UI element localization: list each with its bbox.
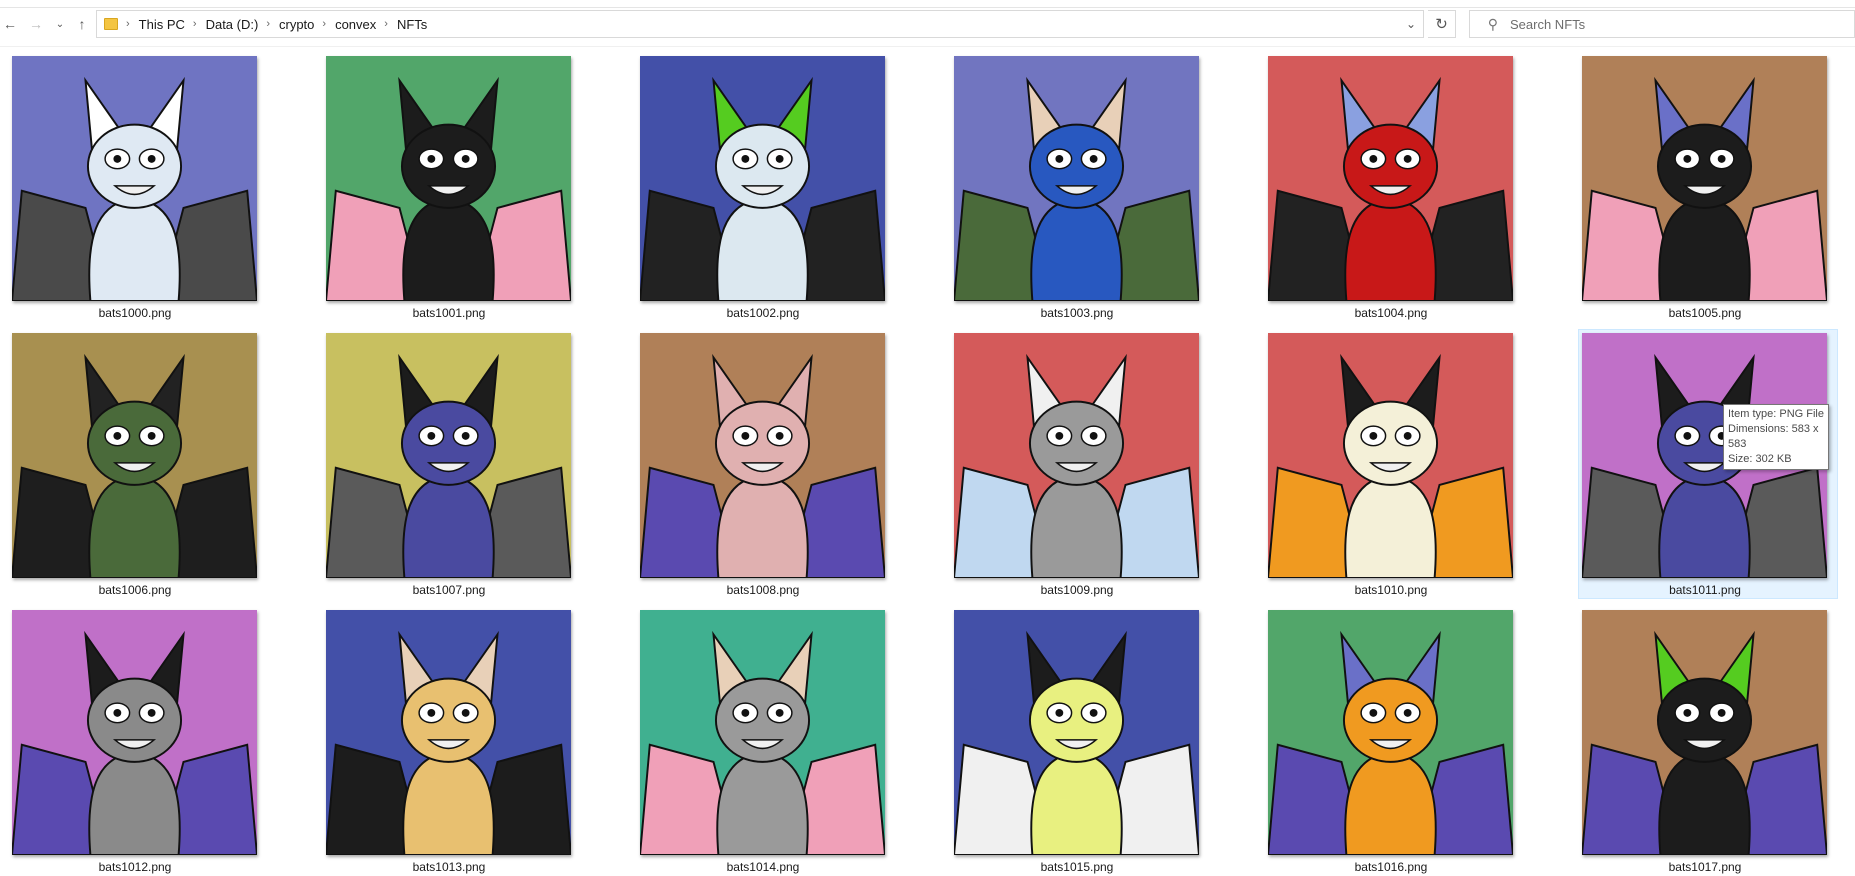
arrow-left-icon: ← bbox=[3, 16, 17, 32]
file-name: bats1007.png bbox=[412, 583, 486, 597]
search-placeholder: Search NFTs bbox=[1510, 16, 1586, 32]
search-box[interactable]: ⚲ Search NFTs bbox=[1469, 10, 1855, 38]
file-name: bats1017.png bbox=[1668, 860, 1742, 874]
chevron-right-icon: › bbox=[322, 18, 327, 30]
file-name: bats1004.png bbox=[1354, 306, 1428, 320]
tooltip-dimensions: Dimensions: 583 x 583 bbox=[1728, 423, 1819, 450]
chevron-down-icon: ⌄ bbox=[1405, 17, 1417, 31]
file-name: bats1015.png bbox=[1040, 860, 1114, 874]
file-item[interactable]: bats1008.png bbox=[636, 329, 896, 599]
file-thumbnail bbox=[640, 333, 885, 578]
file-name: bats1011.png bbox=[1669, 583, 1741, 597]
tooltip-size: Size: 302 KB bbox=[1728, 453, 1792, 465]
file-item[interactable]: bats1015.png bbox=[950, 606, 1210, 876]
breadcrumb-this-pc[interactable]: This PC bbox=[139, 17, 185, 32]
tooltip-item-type: Item type: PNG File bbox=[1728, 408, 1824, 420]
file-thumbnail bbox=[1582, 610, 1827, 855]
arrow-up-icon: ↑ bbox=[78, 16, 86, 32]
file-thumbnail bbox=[326, 333, 571, 578]
breadcrumb-nfts[interactable]: NFTs bbox=[397, 17, 427, 32]
file-name: bats1009.png bbox=[1040, 583, 1114, 597]
file-thumbnail bbox=[954, 610, 1199, 855]
file-item[interactable]: bats1010.png bbox=[1264, 329, 1524, 599]
file-item[interactable]: bats1012.png bbox=[8, 606, 268, 876]
file-thumbnail bbox=[12, 610, 257, 855]
file-thumbnail bbox=[326, 56, 571, 301]
file-thumbnail bbox=[1268, 56, 1513, 301]
file-item[interactable]: bats1009.png bbox=[950, 329, 1210, 599]
file-thumbnail bbox=[1582, 56, 1827, 301]
file-name: bats1005.png bbox=[1668, 306, 1742, 320]
chevron-right-icon: › bbox=[266, 18, 270, 30]
file-thumbnail bbox=[640, 56, 885, 301]
file-item[interactable]: bats1004.png bbox=[1264, 52, 1524, 322]
search-icon: ⚲ bbox=[1487, 15, 1498, 32]
recent-locations-button[interactable]: ⌄ bbox=[50, 14, 70, 34]
file-item[interactable]: bats1003.png bbox=[950, 52, 1210, 322]
file-thumbnail bbox=[954, 333, 1199, 578]
file-item[interactable]: bats1005.png bbox=[1578, 52, 1838, 322]
file-item[interactable]: bats1017.png bbox=[1578, 606, 1838, 876]
file-name: bats1006.png bbox=[98, 583, 172, 597]
file-name: bats1008.png bbox=[726, 583, 800, 597]
file-thumbnail bbox=[954, 56, 1199, 301]
file-item[interactable]: bats1013.png bbox=[322, 606, 582, 876]
forward-button[interactable]: → bbox=[26, 14, 46, 34]
chevron-down-icon: ⌄ bbox=[55, 18, 65, 30]
file-info-tooltip: Item type: PNG File Dimensions: 583 x 58… bbox=[1723, 404, 1829, 470]
address-bar[interactable]: › This PC › Data (D:) › crypto › convex … bbox=[96, 10, 1424, 38]
file-thumbnail bbox=[12, 333, 257, 578]
file-item[interactable]: bats1001.png bbox=[322, 52, 582, 322]
up-button[interactable]: ↑ bbox=[72, 14, 92, 34]
file-item[interactable]: bats1006.png bbox=[8, 329, 268, 599]
file-item[interactable]: bats1014.png bbox=[636, 606, 896, 876]
file-thumbnail bbox=[1268, 610, 1513, 855]
chevron-right-icon: › bbox=[384, 18, 388, 30]
file-thumbnail bbox=[12, 56, 257, 301]
file-item[interactable]: bats1000.png bbox=[8, 52, 268, 322]
breadcrumb-crypto[interactable]: crypto bbox=[279, 17, 314, 32]
file-name: bats1012.png bbox=[98, 860, 172, 874]
title-bar-edge bbox=[0, 0, 1855, 8]
file-name: bats1014.png bbox=[726, 860, 800, 874]
file-name: bats1001.png bbox=[412, 306, 486, 320]
file-item[interactable]: bats1016.png bbox=[1264, 606, 1524, 876]
back-button[interactable]: ← bbox=[0, 14, 20, 34]
file-thumbnail bbox=[640, 610, 885, 855]
chevron-right-icon: › bbox=[126, 18, 130, 30]
folder-icon bbox=[104, 18, 118, 30]
file-name: bats1000.png bbox=[98, 306, 172, 320]
file-item[interactable]: bats1002.png bbox=[636, 52, 896, 322]
breadcrumb-convex[interactable]: convex bbox=[335, 17, 376, 32]
file-name: bats1002.png bbox=[726, 306, 800, 320]
address-toolbar: ← → ⌄ ↑ › This PC › Data (D:) › crypto ›… bbox=[0, 0, 1855, 47]
refresh-icon: ↻ bbox=[1435, 16, 1448, 33]
refresh-button[interactable]: ↻ bbox=[1428, 10, 1456, 38]
chevron-right-icon: › bbox=[192, 18, 197, 30]
breadcrumb-data-drive[interactable]: Data (D:) bbox=[206, 17, 259, 32]
file-item[interactable]: bats1007.png bbox=[322, 329, 582, 599]
file-name: bats1003.png bbox=[1040, 306, 1114, 320]
file-name: bats1013.png bbox=[412, 860, 486, 874]
address-dropdown-button[interactable]: ⌄ bbox=[1399, 11, 1423, 37]
file-thumbnail bbox=[326, 610, 571, 855]
breadcrumb: › This PC › Data (D:) › crypto › convex … bbox=[126, 17, 427, 32]
file-name: bats1010.png bbox=[1354, 583, 1428, 597]
file-name: bats1016.png bbox=[1354, 860, 1428, 874]
file-thumbnail bbox=[1268, 333, 1513, 578]
arrow-right-icon: → bbox=[29, 16, 43, 32]
